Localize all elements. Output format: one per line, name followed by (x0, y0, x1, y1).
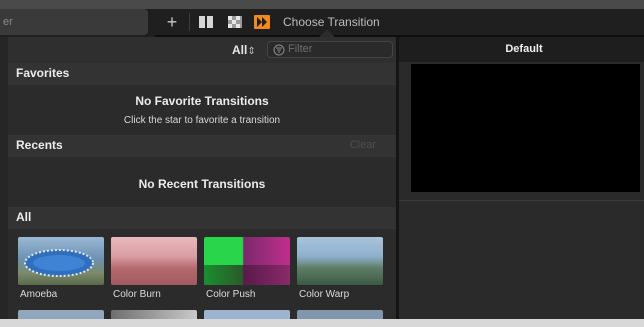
favorites-empty-title: No Favorite Transitions (135, 94, 269, 108)
transition-thumb-color-push[interactable] (204, 237, 290, 285)
transition-thumb-color-burn[interactable] (111, 237, 197, 285)
toolbar-title: Choose Transition (283, 15, 380, 29)
preview-divider (399, 200, 644, 201)
updown-chevron-icon: ⇕ (247, 46, 256, 57)
transition-thumb-color-warp[interactable] (297, 237, 383, 285)
add-button[interactable]: + (164, 12, 180, 32)
color-push-overlay (204, 265, 290, 285)
search-field-text: er (3, 16, 13, 28)
preview-header: Default (399, 37, 644, 62)
window-top-strip (0, 0, 644, 9)
transition-label-color-push: Color Push (206, 289, 256, 300)
preview-panel: Default (399, 37, 644, 327)
filter-bar: All⇕ Filter (8, 37, 396, 63)
favorites-empty-hint: Click the star to favorite a transition (123, 115, 281, 126)
transitions-browser: All⇕ Filter Favorites No Favorite Transi… (8, 37, 396, 327)
filter-placeholder: Filter (288, 43, 313, 55)
transition-label-color-burn: Color Burn (113, 289, 161, 300)
search-field[interactable]: er (0, 9, 148, 35)
amoeba-preview-icon (24, 249, 94, 277)
recents-label: Recents (16, 138, 63, 152)
checkerboard-icon[interactable] (227, 15, 243, 29)
all-label: All (16, 210, 32, 224)
favorites-section-header: Favorites (8, 63, 396, 85)
category-select-value: All (232, 43, 248, 57)
transition-icon[interactable] (254, 15, 270, 29)
bottom-strip (0, 319, 644, 327)
transition-thumb-amoeba[interactable] (18, 237, 104, 285)
choose-transition-window: er + Choose Transition All⇕ Filter Favor… (0, 0, 644, 327)
preview-viewer (411, 64, 640, 192)
category-select[interactable]: All⇕ (232, 43, 256, 57)
recents-section-header: Recents Clear (8, 135, 396, 157)
favorites-label: Favorites (16, 66, 70, 80)
recents-empty-title: No Recent Transitions (138, 177, 266, 191)
split-view-icon[interactable] (198, 15, 214, 29)
toolbar-divider (189, 13, 190, 31)
clear-recents-button[interactable]: Clear (350, 139, 376, 151)
filter-input[interactable]: Filter (267, 41, 393, 58)
preview-title: Default (505, 43, 543, 55)
all-section-header: All (8, 207, 396, 229)
transition-label-amoeba: Amoeba (20, 289, 58, 300)
transition-label-color-warp: Color Warp (299, 289, 350, 300)
filter-icon (273, 44, 285, 56)
